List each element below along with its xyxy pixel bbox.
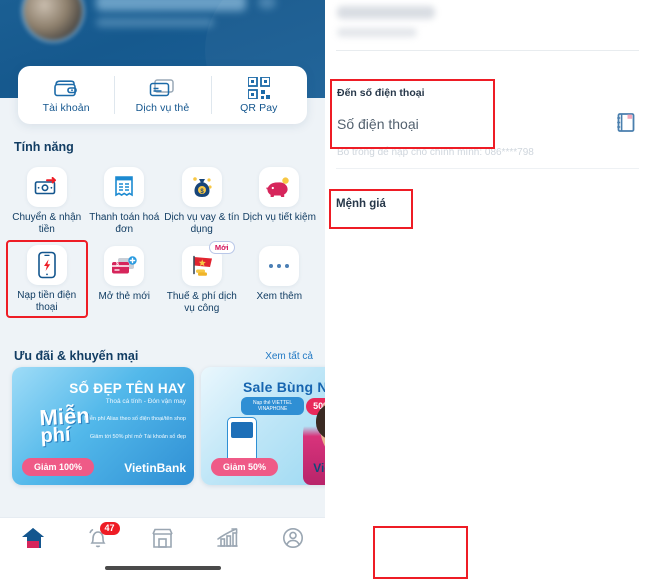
left-phone-screen: Tài khoản Dịch vụ thẻ QR Pay Tính năng C… bbox=[0, 0, 325, 579]
divider bbox=[336, 168, 639, 169]
promo-discount-pill: Giảm 50% bbox=[211, 458, 279, 476]
more-dots-icon bbox=[259, 246, 300, 286]
nav-item-analytics[interactable] bbox=[195, 527, 260, 549]
screenshot-root: Tài khoản Dịch vụ thẻ QR Pay Tính năng C… bbox=[0, 0, 650, 579]
account-name-masked bbox=[337, 6, 435, 19]
promo-see-all-link[interactable]: Xem tất cả bbox=[265, 351, 313, 362]
promo-discount-pill: Giảm 100% bbox=[22, 458, 95, 476]
wallet-icon bbox=[53, 77, 79, 99]
denomination-label: Mệnh giá bbox=[336, 198, 386, 210]
feature-dich-vu-vay-tin-dung[interactable]: $ Dịch vụ vay & tín dụng bbox=[163, 163, 241, 236]
feature-xem-them[interactable]: Xem thêm bbox=[241, 242, 319, 316]
promo-card-sale-bung-no[interactable]: Sale Bùng Nổ Nạp thẻ VIETTEL VINAPHONE 5… bbox=[201, 367, 325, 485]
promo-bullet-1: Miễn phí Alias theo số điện thoại/tên sh… bbox=[84, 416, 186, 422]
promo-carousel[interactable]: SỐ ĐẸP TÊN HAY Thoả cá tính - Đón vận ma… bbox=[12, 367, 325, 485]
promo-brand: VietinBank bbox=[313, 461, 325, 475]
new-card-icon: $ bbox=[104, 246, 145, 286]
feature-label: Xem thêm bbox=[256, 291, 303, 302]
quick-action-label: Dịch vụ thẻ bbox=[135, 101, 190, 114]
bottom-navigation: 47 bbox=[0, 517, 325, 579]
quick-action-tai-khoan[interactable]: Tài khoản bbox=[18, 66, 114, 124]
promo-bullet-2: Giảm tới 50% phí mở Tài khoản số đẹp bbox=[89, 434, 186, 440]
card-icon bbox=[148, 77, 176, 99]
feature-nap-tien-dien-thoai[interactable]: Nạp tiền điện thoại bbox=[6, 240, 88, 318]
phone-field-hint: Bỏ trống để nạp cho chính mình: 086****7… bbox=[337, 147, 534, 158]
feature-label: Thuế & phí dịch vụ công bbox=[166, 291, 237, 314]
money-transfer-icon bbox=[26, 167, 67, 207]
promo-card-so-dep-ten-hay[interactable]: SỐ ĐẸP TÊN HAY Thoả cá tính - Đón vận ma… bbox=[12, 367, 194, 485]
feature-label: Dịch vụ vay & tín dụng bbox=[164, 212, 240, 235]
features-grid: Chuyển & nhận tiền Thanh toán hoá đơn $ … bbox=[6, 163, 319, 318]
feature-chuyen-nhan-tien[interactable]: Chuyển & nhận tiền bbox=[8, 163, 86, 236]
feature-mo-the-moi[interactable]: $ Mở thẻ mới bbox=[86, 242, 164, 316]
feature-label: Thanh toán hoá đơn bbox=[89, 212, 160, 235]
store-icon bbox=[152, 528, 173, 548]
nav-item-account[interactable] bbox=[260, 527, 325, 549]
right-phone-screen: Đến số điện thoại Số điện thoại Bỏ trống… bbox=[325, 0, 650, 579]
quick-action-qr-pay[interactable]: QR Pay bbox=[210, 66, 307, 124]
promo-chip-left: Nạp thẻ VIETTEL VINAPHONE bbox=[241, 397, 305, 415]
qr-code-icon bbox=[247, 76, 270, 99]
feature-label: Mở thẻ mới bbox=[98, 291, 150, 302]
phone-topup-icon bbox=[26, 245, 67, 285]
svg-text:$: $ bbox=[116, 261, 119, 267]
feature-thanh-toan-hoa-don[interactable]: Thanh toán hoá đơn bbox=[86, 163, 164, 236]
phone-field-label: Đến số điện thoại bbox=[337, 87, 425, 99]
promo-overlay-text: Miễn phí bbox=[38, 402, 91, 448]
nav-item-notifications[interactable]: 47 bbox=[65, 522, 130, 550]
promo-headline: SỐ ĐẸP TÊN HAY bbox=[69, 381, 186, 396]
nav-item-home[interactable] bbox=[0, 527, 65, 549]
piggy-bank-icon bbox=[259, 167, 300, 207]
account-icon bbox=[282, 528, 303, 548]
promo-subtitle: Thoả cá tính - Đón vận may bbox=[105, 398, 186, 405]
invoice-icon bbox=[104, 167, 145, 207]
new-badge: Mới bbox=[208, 241, 235, 254]
user-name-masked bbox=[96, 0, 246, 11]
promo-brand: VietinBank bbox=[124, 461, 186, 475]
money-bag-icon: $ bbox=[181, 167, 222, 207]
user-subtitle-masked bbox=[96, 18, 214, 27]
notification-badge: 47 bbox=[99, 522, 120, 535]
feature-label: Dịch vụ tiết kiệm bbox=[242, 212, 316, 223]
header-icon-masked bbox=[258, 0, 276, 9]
home-indicator bbox=[104, 566, 221, 570]
nav-item-store[interactable] bbox=[130, 527, 195, 549]
account-number-masked bbox=[337, 28, 417, 37]
promo-headline: Sale Bùng Nổ bbox=[243, 379, 325, 395]
divider bbox=[336, 50, 639, 51]
quick-action-label: QR Pay bbox=[240, 101, 278, 114]
phonebook-icon[interactable] bbox=[616, 112, 636, 134]
promo-title: Ưu đãi & khuyến mại bbox=[14, 349, 139, 363]
chart-icon bbox=[216, 528, 238, 547]
phone-input[interactable]: Số điện thoại bbox=[337, 116, 419, 132]
home-icon bbox=[21, 528, 44, 548]
quick-actions-card: Tài khoản Dịch vụ thẻ QR Pay bbox=[18, 66, 307, 124]
quick-action-dich-vu-the[interactable]: Dịch vụ thẻ bbox=[114, 66, 210, 124]
feature-dich-vu-tiet-kiem[interactable]: Dịch vụ tiết kiệm bbox=[241, 163, 319, 236]
quick-action-label: Tài khoản bbox=[42, 101, 90, 114]
features-title: Tính năng bbox=[14, 140, 74, 154]
avatar[interactable] bbox=[24, 0, 82, 40]
feature-label: Nạp tiền điện thoại bbox=[17, 290, 77, 313]
feature-thue-phi-dich-vu-cong[interactable]: Mới Thuế & phí dịch vụ công bbox=[163, 241, 241, 316]
feature-label: Chuyển & nhận tiền bbox=[12, 212, 82, 235]
